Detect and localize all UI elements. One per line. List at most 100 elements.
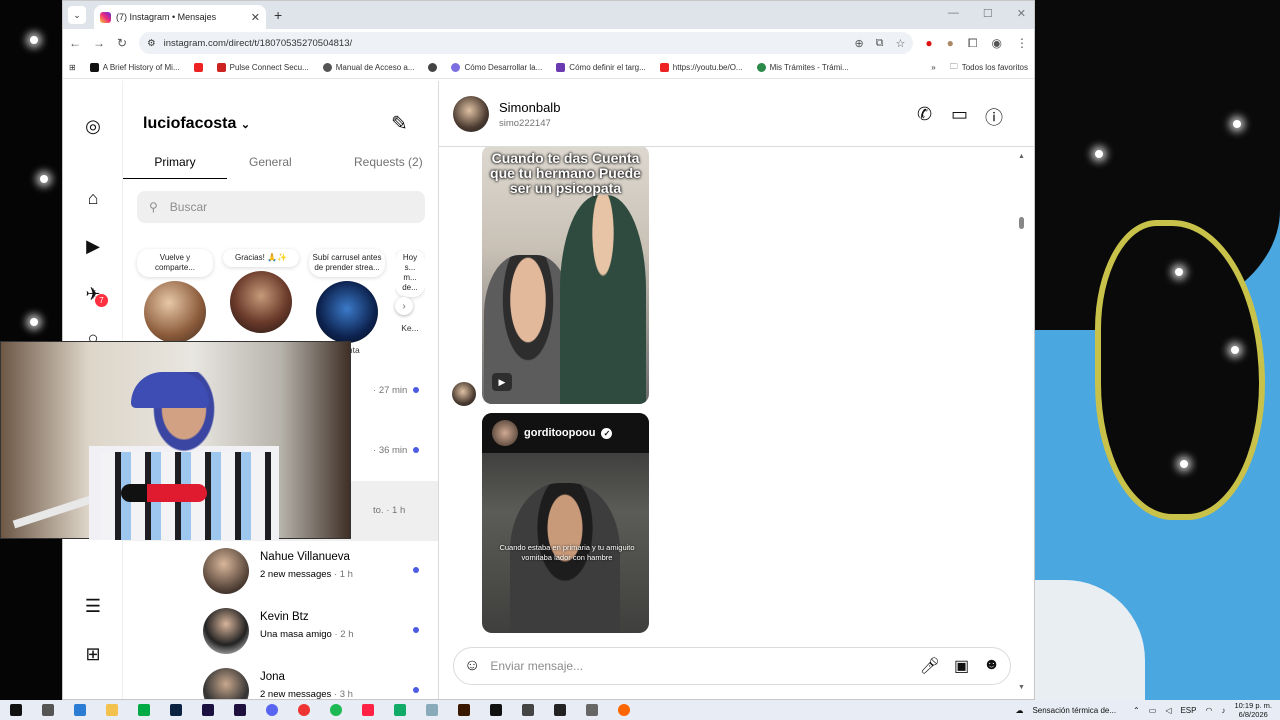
compose-icon[interactable]: ✎ — [391, 111, 408, 136]
bookmark-item[interactable]: A Brief History of Mi... — [89, 63, 180, 72]
taskbar-app-icon[interactable] — [584, 703, 600, 717]
taskbar-app-icon[interactable] — [72, 703, 88, 717]
bookmark-item[interactable] — [428, 63, 438, 72]
conversation-row[interactable]: Jona 2 new messages · 3 h — [123, 661, 438, 699]
tab-search-button[interactable]: ⌄ — [68, 6, 86, 24]
extensions-puzzle-icon[interactable]: ⧠ — [968, 36, 978, 51]
taskbar-app-icon[interactable] — [552, 703, 568, 717]
all-bookmarks-folder[interactable]: 🗀 Todos los favoritos — [950, 61, 1028, 75]
back-icon[interactable]: ← — [69, 36, 81, 50]
install-icon[interactable]: ⧉ — [876, 37, 884, 50]
discord-icon[interactable] — [264, 703, 280, 717]
start-icon[interactable] — [8, 703, 24, 717]
note-item[interactable]: Hoy s... m... de... Ke... — [395, 249, 425, 333]
language-indicator[interactable]: ESP — [1180, 706, 1196, 715]
tab-primary[interactable]: Primary — [123, 155, 227, 179]
shared-reel[interactable]: gorditoopoou ✓ Cuando estaba en primaria … — [482, 413, 649, 633]
emoji-icon[interactable]: ☺ — [464, 657, 480, 675]
phone-icon[interactable]: ✆ — [917, 104, 932, 125]
microphone-icon[interactable]: 🎤︎ — [920, 656, 940, 676]
apps-grid-icon[interactable]: ⊞ — [69, 63, 76, 72]
new-tab-icon[interactable]: + — [274, 7, 282, 23]
after-effects-icon[interactable] — [200, 703, 216, 717]
unread-dot — [413, 387, 419, 393]
taskbar-app-icon[interactable] — [616, 703, 632, 717]
brave-icon[interactable] — [360, 703, 376, 717]
search-input[interactable]: ⚲ Buscar — [137, 191, 425, 223]
taskbar-app-icon[interactable] — [392, 703, 408, 717]
message-input[interactable]: ☺ Enviar mensaje... 🎤︎ ▣ ☻ — [453, 647, 1011, 685]
forward-icon[interactable]: → — [93, 36, 105, 50]
task-view-icon[interactable] — [40, 703, 56, 717]
meta-apps-icon[interactable]: ⊞ — [82, 643, 104, 665]
maximize-icon[interactable]: ☐ — [983, 7, 993, 20]
video-call-icon[interactable]: ▭ — [951, 104, 968, 125]
reel-play-icon[interactable]: ▶ — [492, 373, 512, 391]
bookmark-item[interactable] — [193, 63, 203, 72]
reload-icon[interactable]: ↻ — [117, 36, 127, 50]
instagram-logo-icon[interactable]: ◎ — [82, 115, 104, 137]
premiere-icon[interactable] — [232, 703, 248, 717]
home-icon[interactable]: ⌂ — [82, 187, 104, 209]
shared-reel[interactable]: Cuando te das Cuenta que tu hermano Pued… — [482, 147, 649, 404]
network-icon[interactable]: ▭ — [1149, 706, 1157, 715]
photoshop-icon[interactable] — [168, 703, 184, 717]
tray-chevron-icon[interactable]: ⌃ — [1133, 706, 1140, 715]
scroll-down-icon[interactable]: ▼ — [1018, 684, 1025, 691]
note-item[interactable]: Subí carrusel antes de prender strea... … — [309, 249, 385, 355]
weather-text[interactable]: Sensación térmica de... — [1032, 706, 1116, 715]
conversation-row[interactable]: Kevin Btz Una masa amigo · 2 h — [123, 601, 438, 661]
account-switcher[interactable]: luciofacosta ⌄ — [143, 115, 250, 133]
close-window-icon[interactable]: ✕ — [1017, 7, 1026, 20]
extension-icon[interactable]: ● — [947, 36, 954, 50]
zoom-icon[interactable]: ⊕ — [854, 37, 863, 50]
bookmark-item[interactable]: https://youtu.be/O... — [659, 63, 743, 72]
bookmark-star-icon[interactable]: ☆ — [896, 37, 906, 50]
thread-name[interactable]: Simonbalb — [499, 100, 560, 115]
more-bookmarks-icon[interactable]: » — [931, 63, 935, 72]
menu-dots-icon[interactable]: ⋮ — [1016, 36, 1028, 50]
scroll-up-icon[interactable]: ▲ — [1018, 153, 1025, 160]
tab-general[interactable]: General — [249, 155, 292, 169]
clock[interactable]: 10:19 p. m. 6/8/2026 — [1234, 701, 1272, 719]
note-item[interactable]: Gracias! 🙏✨ — [223, 249, 299, 333]
speaker-icon[interactable]: ♪ — [1221, 706, 1225, 715]
opera-extension-icon[interactable]: ● — [925, 36, 932, 50]
address-bar[interactable]: ⚙ instagram.com/direct/t/180705352705048… — [139, 32, 914, 54]
bookmark-item[interactable]: Pulse Connect Secu... — [216, 63, 309, 72]
sticker-icon[interactable]: ☻ — [983, 656, 1000, 676]
note-item[interactable]: Vuelve y comparte... — [137, 249, 213, 343]
scrollbar[interactable]: ▲ ▼ — [1018, 153, 1025, 691]
image-icon[interactable]: ▣ — [954, 656, 969, 676]
calculator-icon[interactable] — [520, 703, 536, 717]
close-tab-icon[interactable]: ✕ — [251, 11, 260, 24]
taskbar-app-icon[interactable] — [424, 703, 440, 717]
capcut-icon[interactable] — [488, 703, 504, 717]
conversation-row[interactable]: Nahue Villanueva 2 new messages · 1 h — [123, 541, 438, 601]
bookmark-item[interactable]: Manual de Acceso a... — [322, 63, 414, 72]
site-info-icon[interactable]: ⚙ — [147, 38, 156, 49]
scrollbar-thumb[interactable] — [1019, 217, 1024, 229]
minimize-icon[interactable]: — — [948, 7, 959, 20]
profile-icon[interactable]: ◉ — [992, 36, 1002, 50]
tab-requests[interactable]: Requests (2) — [354, 155, 423, 169]
unread-dot — [413, 687, 419, 693]
bookmark-item[interactable]: Mis Trámites - Trámi... — [756, 63, 849, 72]
bookmark-item[interactable]: Cómo Desarrollar la... — [451, 63, 542, 72]
chrome-icon[interactable] — [296, 703, 312, 717]
avatar[interactable] — [453, 96, 489, 132]
audition-icon[interactable] — [136, 703, 152, 717]
spotify-icon[interactable] — [328, 703, 344, 717]
more-menu-icon[interactable]: ☰ — [82, 595, 104, 617]
file-explorer-icon[interactable] — [104, 703, 120, 717]
reels-icon[interactable]: ▶ — [82, 235, 104, 257]
bookmark-item[interactable]: Cómo definir el targ... — [556, 63, 646, 72]
chevron-right-icon[interactable]: › — [395, 297, 413, 315]
browser-tab[interactable]: (7) Instagram • Mensajes ✕ — [94, 5, 266, 29]
weather-icon[interactable]: ☁ — [1015, 706, 1023, 715]
info-icon[interactable]: ⓘ — [985, 104, 1003, 130]
reel-author[interactable]: gorditoopoou ✓ — [482, 413, 649, 453]
wifi-icon[interactable]: ◠ — [1205, 706, 1212, 715]
volume-icon[interactable]: ◁ — [1165, 706, 1171, 715]
illustrator-icon[interactable] — [456, 703, 472, 717]
